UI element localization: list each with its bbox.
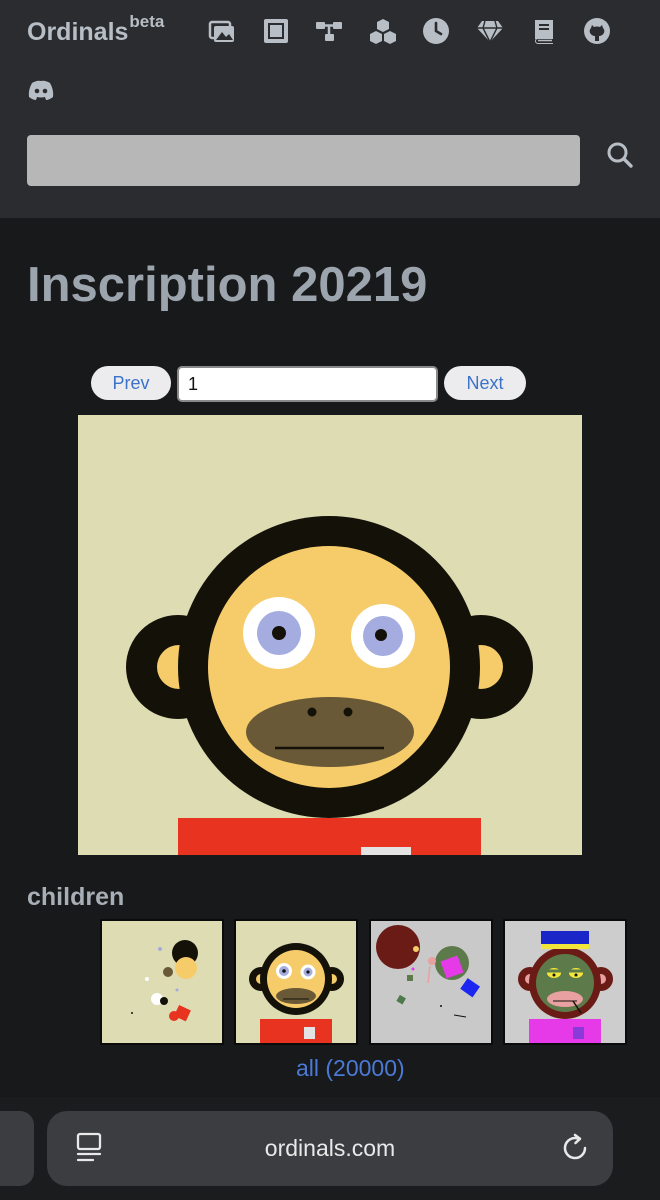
monkey-artwork — [78, 415, 582, 855]
gallery-icon[interactable] — [207, 16, 237, 46]
search-icon — [607, 142, 633, 168]
monkey-with-hat-thumbnail — [505, 921, 625, 1043]
children-heading: children — [27, 883, 125, 911]
all-children-link[interactable]: all (20000) — [296, 1055, 405, 1082]
beta-badge: beta — [129, 12, 165, 31]
inscription-preview — [78, 415, 582, 855]
network-icon[interactable] — [314, 16, 344, 46]
child-thumbnail-1[interactable] — [100, 919, 224, 1045]
abstract-art-thumbnail — [102, 921, 222, 1043]
previous-tab-stub[interactable] — [0, 1111, 34, 1186]
search-button[interactable] — [603, 138, 637, 172]
site-logo[interactable]: Ordinalsbeta — [27, 12, 164, 47]
search-input[interactable] — [27, 135, 580, 186]
clock-icon[interactable] — [421, 16, 451, 46]
github-icon[interactable] — [582, 16, 612, 46]
abstract-art-thumbnail — [371, 921, 491, 1043]
address-bar[interactable]: ordinals.com — [47, 1111, 613, 1186]
discord-icon[interactable] — [26, 75, 56, 105]
blocks-icon[interactable] — [368, 16, 398, 46]
child-thumbnail-4[interactable] — [503, 919, 627, 1045]
page-number-input[interactable]: 1 — [177, 366, 438, 402]
url-text: ordinals.com — [264, 1135, 396, 1161]
book-icon[interactable] — [529, 16, 559, 46]
next-button[interactable]: Next — [444, 366, 526, 400]
child-thumbnail-2[interactable] — [234, 919, 358, 1045]
square-icon[interactable] — [261, 16, 291, 46]
child-thumbnail-3[interactable] — [369, 919, 493, 1045]
site-header: Ordinalsbeta — [0, 0, 660, 218]
diamond-icon[interactable] — [475, 16, 505, 46]
prev-button[interactable]: Prev — [91, 366, 171, 400]
reload-icon[interactable] — [560, 1133, 590, 1163]
monkey-thumbnail — [236, 921, 356, 1043]
page-title: Inscription 20219 — [27, 258, 428, 312]
